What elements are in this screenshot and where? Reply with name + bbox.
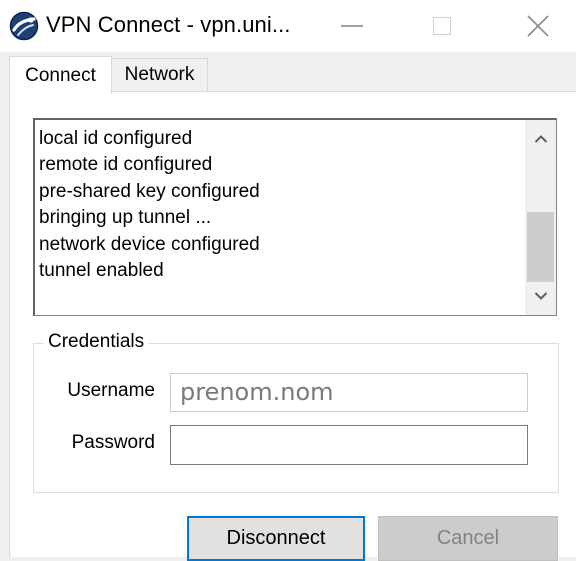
- maximize-button[interactable]: [416, 0, 468, 52]
- password-label: Password: [71, 432, 155, 453]
- scroll-down-button[interactable]: [525, 277, 556, 315]
- username-label: Username: [67, 380, 155, 401]
- status-log[interactable]: local id configured remote id configured…: [33, 118, 557, 316]
- log-line: bringing up tunnel ...: [39, 207, 212, 229]
- close-button[interactable]: [512, 0, 564, 52]
- chevron-down-icon: [534, 292, 547, 300]
- chevron-up-icon: [534, 135, 547, 143]
- credentials-legend: Credentials: [44, 331, 149, 353]
- tab-connect[interactable]: Connect: [9, 56, 112, 94]
- username-field[interactable]: prenom.nom: [170, 373, 528, 412]
- log-line: tunnel enabled: [39, 260, 164, 282]
- scroll-up-button[interactable]: [525, 120, 556, 158]
- log-line: pre-shared key configured: [39, 180, 260, 202]
- scroll-thumb[interactable]: [527, 212, 554, 282]
- credentials-group: [33, 343, 559, 493]
- title-bar[interactable]: VPN Connect - vpn.uni...: [0, 0, 576, 52]
- tab-network-label: Network: [124, 64, 195, 85]
- tab-connect-label: Connect: [25, 64, 96, 86]
- tab-strip: Connect Network: [0, 52, 576, 94]
- minimize-icon: [341, 25, 363, 27]
- password-field[interactable]: [170, 425, 528, 465]
- log-line: local id configured: [39, 128, 193, 149]
- maximize-icon: [433, 17, 451, 35]
- log-line: network device configured: [39, 233, 260, 255]
- log-line: remote id configured: [39, 154, 213, 176]
- log-scrollbar[interactable]: [525, 120, 556, 315]
- disconnect-button[interactable]: Disconnect: [187, 516, 365, 561]
- log-lines: local id configured remote id configured…: [39, 126, 260, 284]
- cancel-button[interactable]: Cancel: [378, 516, 558, 561]
- minimize-button[interactable]: [326, 0, 378, 52]
- tab-network[interactable]: Network: [112, 58, 208, 92]
- close-icon: [527, 15, 549, 37]
- vpn-globe-icon: [9, 11, 39, 41]
- window-title: VPN Connect - vpn.uni...: [46, 12, 291, 37]
